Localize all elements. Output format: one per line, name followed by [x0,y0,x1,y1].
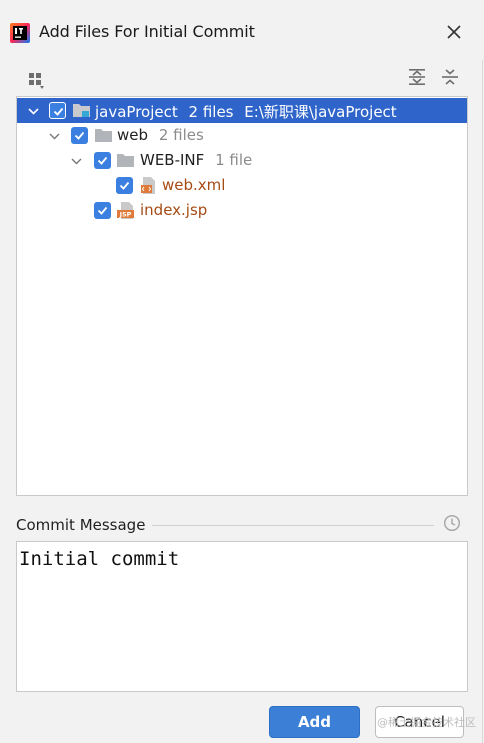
module-folder-icon [73,102,91,119]
changes-tree: javaProject 2 files E:\新职课\javaProject w… [16,96,468,496]
checkbox-index-jsp[interactable] [94,202,111,219]
project-file-count: 2 files [188,103,234,121]
dialog-window: Add Files For Initial Commit javaProject… [0,0,484,743]
history-clock-icon[interactable] [443,514,461,532]
jsp-file-icon: JSP [117,202,136,219]
collapse-all-icon[interactable] [440,67,460,87]
web-inf-file-count: 1 file [215,151,253,169]
tree-row-index-jsp[interactable]: JSP index.jsp [17,198,467,223]
commit-message-label: Commit Message [16,516,146,534]
dialog-title: Add Files For Initial Commit [39,22,255,41]
web-file-count: 2 files [158,126,204,144]
tree-row-project-root[interactable]: javaProject 2 files E:\新职课\javaProject [17,98,467,123]
cancel-button[interactable]: Cancel [375,706,464,738]
checkbox-web-inf[interactable] [94,152,111,169]
group-by-icon[interactable] [27,70,47,90]
jsp-icon-text: JSP [119,211,132,219]
xml-file-icon [140,177,158,194]
add-button[interactable]: Add [269,706,360,738]
tree-row-web-xml[interactable]: web.xml [17,173,467,198]
project-name: javaProject [95,103,178,121]
tree-row-web-inf[interactable]: WEB-INF 1 file [17,148,467,173]
folder-name-web: web [117,126,149,144]
chevron-down-icon[interactable] [27,104,40,117]
intellij-idea-icon [10,23,30,43]
folder-icon [117,152,135,169]
project-path: E:\新职课\javaProject [244,103,397,121]
close-icon[interactable] [442,20,466,44]
chevron-down-icon[interactable] [70,154,83,167]
commit-message-input[interactable]: Initial commit [16,541,468,692]
tree-row-web[interactable]: web 2 files [17,123,467,148]
chevron-down-icon[interactable] [48,129,61,142]
folder-icon [95,127,113,144]
checkbox-web-xml[interactable] [116,177,133,194]
expand-all-icon[interactable] [407,67,427,87]
folder-name-web-inf: WEB-INF [140,151,205,169]
checkbox-project-root[interactable] [49,102,66,119]
file-name-index-jsp: index.jsp [140,201,208,219]
file-name-web-xml: web.xml [162,176,226,194]
title-bar: Add Files For Initial Commit [0,0,484,60]
divider [152,525,434,526]
checkbox-web[interactable] [71,127,88,144]
